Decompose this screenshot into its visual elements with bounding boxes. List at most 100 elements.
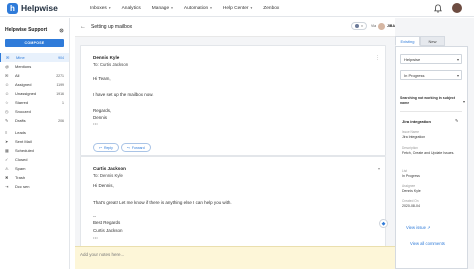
sidebar-item-sent-mail[interactable]: ➤ Sent Mail — [0, 137, 69, 146]
sidebar-item-label: Sent Mail — [15, 139, 32, 144]
sidebar-item-snoozed[interactable]: ◷ Snoozed — [0, 107, 69, 116]
field-value: In Progress — [402, 174, 420, 178]
sidebar-item-mine[interactable]: ✉ Mine 904 — [0, 53, 69, 62]
field-label: Issue Name — [402, 130, 420, 134]
chevron-down-icon: ▾ — [456, 57, 459, 62]
field-value: 2020-08-04 — [402, 204, 420, 208]
nav-right — [434, 3, 462, 13]
message-card[interactable]: Dennis Kyle To: Curtis Jackson ⋮ Hi Team… — [80, 45, 386, 156]
back-arrow-icon[interactable]: ← — [80, 24, 86, 30]
message-card[interactable]: Curtis Jackson To: Dennis Kyle ▾ Hi Denn… — [80, 156, 386, 259]
chevron-down-icon: ▾ — [171, 6, 173, 10]
notes-bar[interactable]: Add your notes here... — [75, 246, 395, 269]
field-value: Jira Integration — [402, 135, 426, 139]
notes-placeholder: Add your notes here... — [80, 252, 125, 257]
message-from: Dennis Kyle — [93, 55, 120, 60]
sidebar-item-label: Scheduled — [15, 148, 34, 153]
field-label: Description — [402, 146, 418, 150]
conversation-pane: ← Setting up mailbox ▾ Via JIBA Dennis K… — [75, 18, 395, 269]
message-body-line: That's great! Let me know if there is an… — [93, 200, 232, 205]
nav-item-label: Inboxes — [90, 5, 107, 11]
sidebar-item-assigned[interactable]: ☺ Assigned 1199 — [0, 80, 69, 89]
show-quoted-icon[interactable]: ••• — [93, 121, 98, 126]
reply-button[interactable]: ↩ Reply — [93, 143, 119, 152]
chevron-down-icon: ▾ — [456, 73, 459, 78]
chevron-down-icon: ▾ — [108, 6, 111, 10]
inbox-icon: ✉ — [6, 55, 10, 60]
sidebar-item-leads[interactable]: ≡ Leads — [0, 128, 69, 137]
nav-item-automation[interactable]: Automation ▾ — [184, 6, 212, 11]
project-select-value: Helpwise — [404, 57, 421, 62]
sidebar-item-closed[interactable]: ✓ Closed — [0, 155, 69, 164]
bell-icon[interactable] — [434, 3, 442, 13]
sidebar-item-label: Mentions — [15, 64, 32, 69]
panel-tabs: Existing New — [395, 36, 445, 46]
sidebar-item-unassigned[interactable]: ☺ Unassigned 1916 — [0, 89, 69, 98]
external-link-icon: ↗ — [427, 225, 431, 230]
sidebar-item-all[interactable]: ✉ All 2271 — [0, 71, 69, 80]
logo-text: Helpwise — [21, 3, 58, 13]
assignee-name[interactable]: JIBA — [387, 24, 395, 28]
message-body-line: I have set up the mailbox now. — [93, 92, 154, 97]
field-label: List — [402, 169, 407, 173]
status-select[interactable]: In Progress ▾ — [400, 70, 462, 80]
view-all-comments-link[interactable]: View all comments — [410, 241, 445, 246]
view-issue-link[interactable]: View issue ↗ — [406, 225, 431, 230]
sidebar-item-drafts[interactable]: ✎ Drafts 206 — [0, 116, 69, 125]
sidebar-item-trash[interactable]: ✖ Trash — [0, 173, 69, 182]
gear-icon[interactable] — [59, 28, 64, 33]
nav-item-label: Analytics — [121, 5, 141, 11]
show-quoted-icon[interactable]: ••• — [93, 235, 98, 240]
sidebar-item-dcc-sen[interactable]: ⇥ Dcc sen — [0, 182, 69, 191]
user-avatar[interactable] — [452, 3, 462, 13]
sidebar-item-mentions[interactable]: @ Mentions — [0, 62, 69, 71]
message-body-line: Best Regards — [93, 220, 121, 225]
sidebar-item-starred[interactable]: ☆ Starred 1 — [0, 98, 69, 107]
message-body-line: Regards, — [93, 108, 112, 113]
chevron-down-icon: ▾ — [250, 6, 253, 10]
message-to: To: Curtis Jackson — [93, 62, 129, 67]
sidebar-item-label: Starred — [15, 100, 29, 105]
panel-content: Helpwise ▾ In Progress ▾ Searching not w… — [395, 46, 468, 269]
tab-existing[interactable]: Existing — [395, 36, 420, 46]
field-value: Dennis Kyle — [402, 189, 421, 193]
helpwise-logo-icon: h — [7, 2, 18, 14]
compose-button[interactable]: COMPOSE — [5, 39, 64, 47]
edit-icon[interactable]: ✎ — [455, 118, 458, 123]
project-select[interactable]: Helpwise ▾ — [400, 54, 462, 64]
nav-item-zenbox[interactable]: Zenbox — [263, 6, 279, 11]
divider — [400, 111, 462, 112]
chevron-down-icon[interactable]: ▾ — [463, 99, 465, 104]
nav-item-analytics[interactable]: Analytics — [122, 6, 141, 11]
viewers-button[interactable]: ▾ — [351, 22, 368, 30]
mailbox-name[interactable]: Helpwise Support — [5, 27, 47, 33]
assign-via-label: Via — [371, 24, 377, 28]
sidebar-item-spam[interactable]: ⚠ Spam — [0, 164, 69, 173]
nav-item-inboxes[interactable]: Inboxes ▾ — [90, 6, 111, 11]
jira-float-icon[interactable]: ◆ — [379, 219, 388, 228]
sidebar-item-count: 1916 — [56, 91, 64, 96]
chevron-down-icon[interactable]: ▾ — [378, 166, 380, 171]
sidebar-item-label: All — [15, 73, 20, 78]
sidebar-item-count: 206 — [58, 118, 64, 123]
logo[interactable]: h Helpwise — [7, 2, 73, 14]
issue-search-hint[interactable]: Searching not working in subject name — [400, 96, 458, 106]
thread-header: ← Setting up mailbox — [75, 18, 395, 37]
nav-item-help-center[interactable]: Help Center ▾ — [223, 6, 252, 11]
assignee-avatar[interactable] — [378, 22, 386, 30]
view-issue-label: View issue — [406, 225, 426, 230]
nav-item-manage[interactable]: Manage ▾ — [152, 6, 173, 11]
forward-button[interactable]: ↪ Forward — [120, 143, 151, 152]
message-body-line: Dennis — [93, 115, 108, 120]
message-body-line: Hi Team, — [93, 76, 111, 81]
jira-panel: Existing New Helpwise ▾ In Progress ▾ Se… — [395, 18, 474, 269]
reply-icon: ↩ — [99, 145, 102, 150]
message-body-line: Curtis Jackson — [93, 228, 123, 233]
leads-icon: ≡ — [5, 130, 8, 135]
sidebar-item-scheduled[interactable]: ▦ Scheduled — [0, 146, 69, 155]
tab-new[interactable]: New — [420, 36, 445, 46]
message-from: Curtis Jackson — [93, 166, 126, 171]
spam-icon: ⚠ — [5, 166, 9, 171]
sidebar-item-count: 904 — [58, 55, 64, 60]
more-options-icon[interactable]: ⋮ — [375, 55, 380, 61]
